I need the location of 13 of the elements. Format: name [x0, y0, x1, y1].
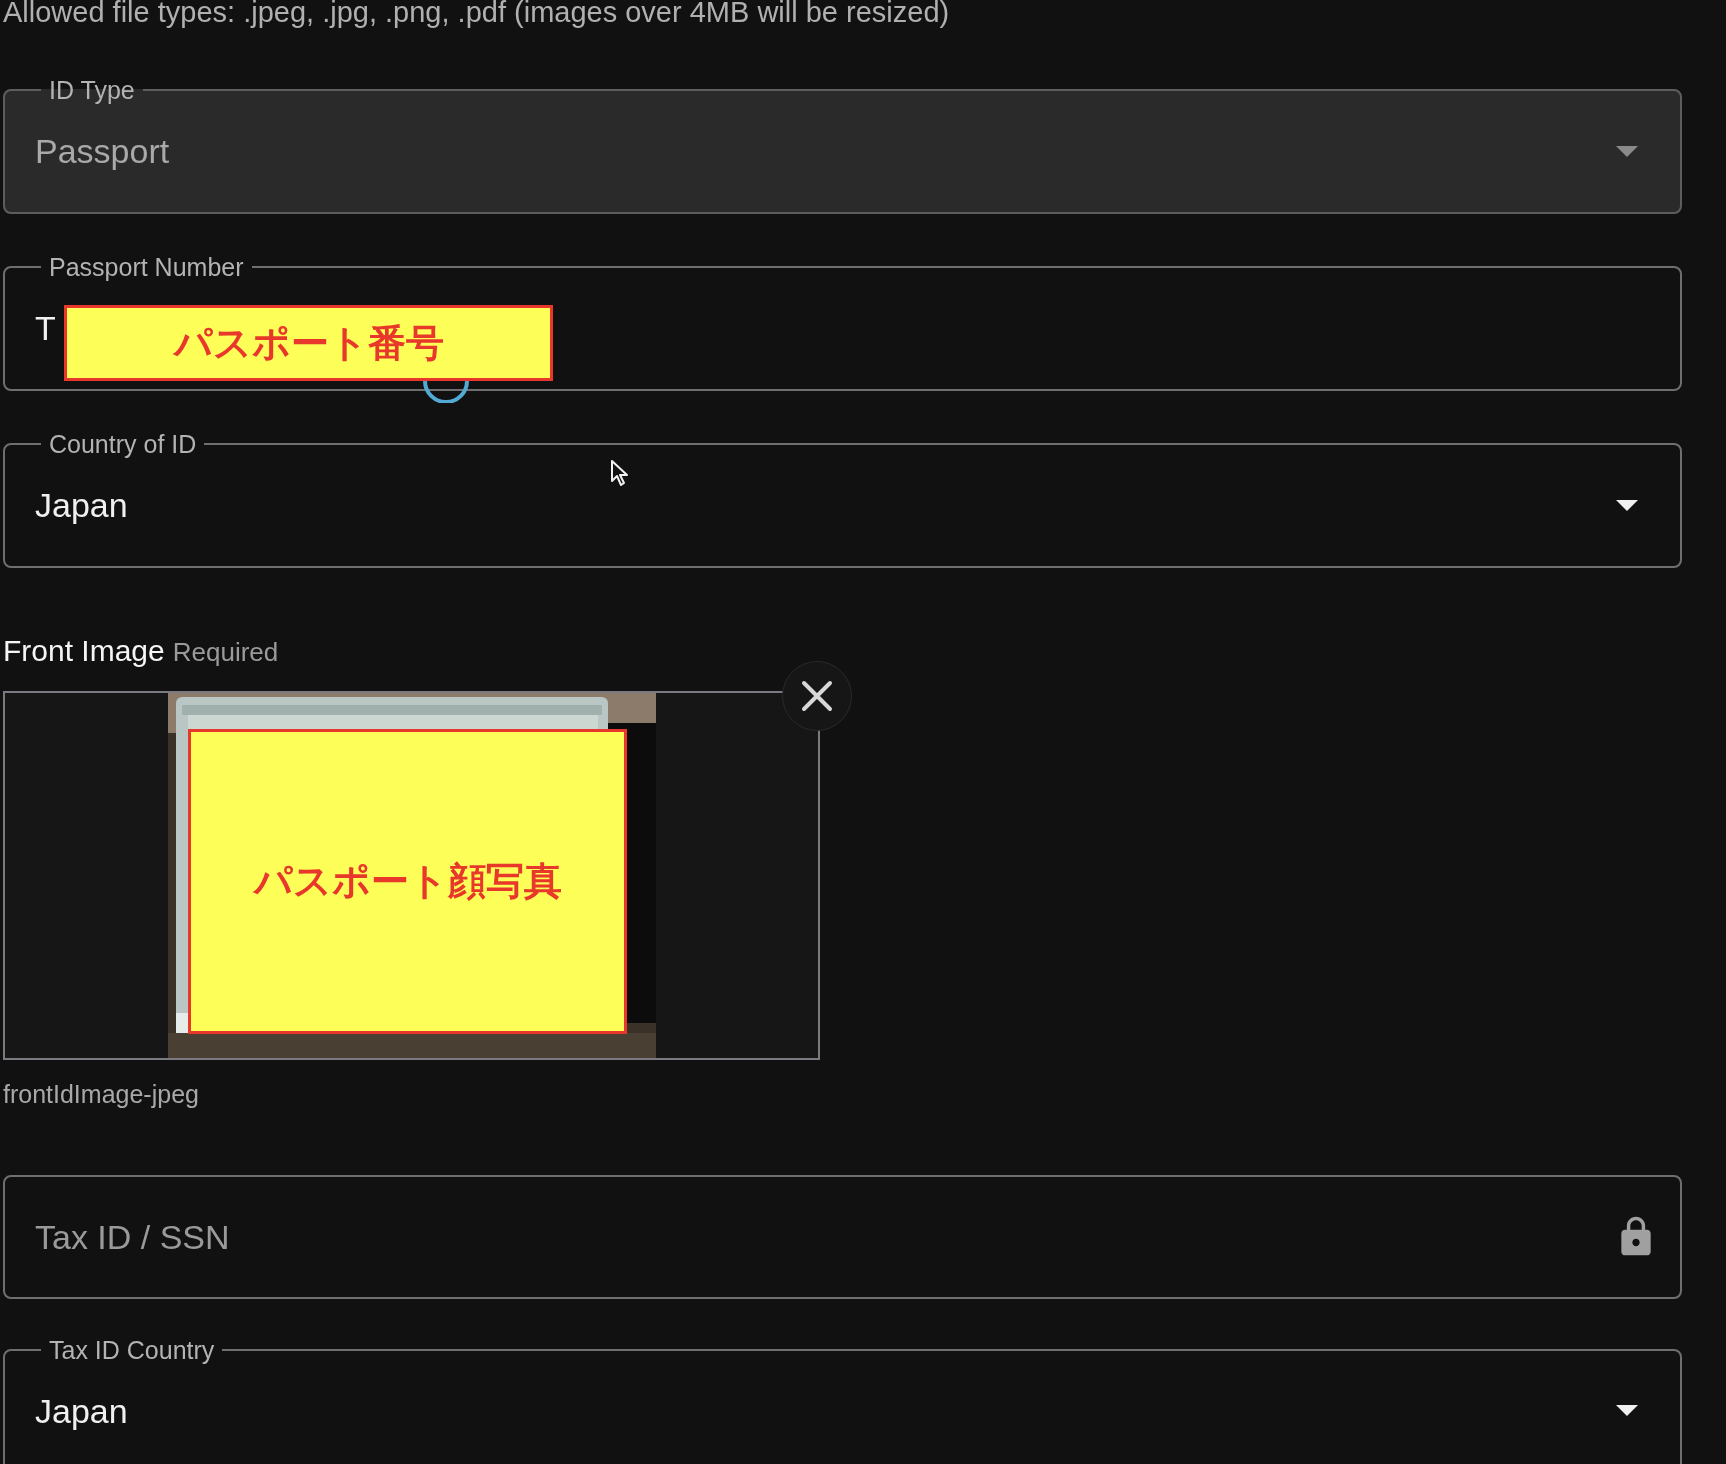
file-types-note: Allowed file types: .jpeg, .jpg, .png, .pdf (images over 4MB will be resized) [3, 0, 951, 30]
annotation-label: パスポート番号 [64, 305, 553, 381]
required-hint: Required [172, 636, 279, 669]
close-icon [801, 680, 833, 712]
caret-icon [1616, 499, 1638, 511]
caret-icon [1616, 1405, 1638, 1416]
annotation-label: パスポート顔写真 [188, 729, 627, 1034]
section-title: Front Image [3, 633, 165, 669]
select-field[interactable]: Country of ID Japan [3, 431, 1682, 568]
caret-icon [1616, 145, 1638, 157]
cursor-icon [610, 459, 630, 487]
file-name: frontIdImage-jpeg [3, 1079, 200, 1110]
secure-input-field[interactable]: Tax ID / SSN [3, 1174, 1682, 1299]
